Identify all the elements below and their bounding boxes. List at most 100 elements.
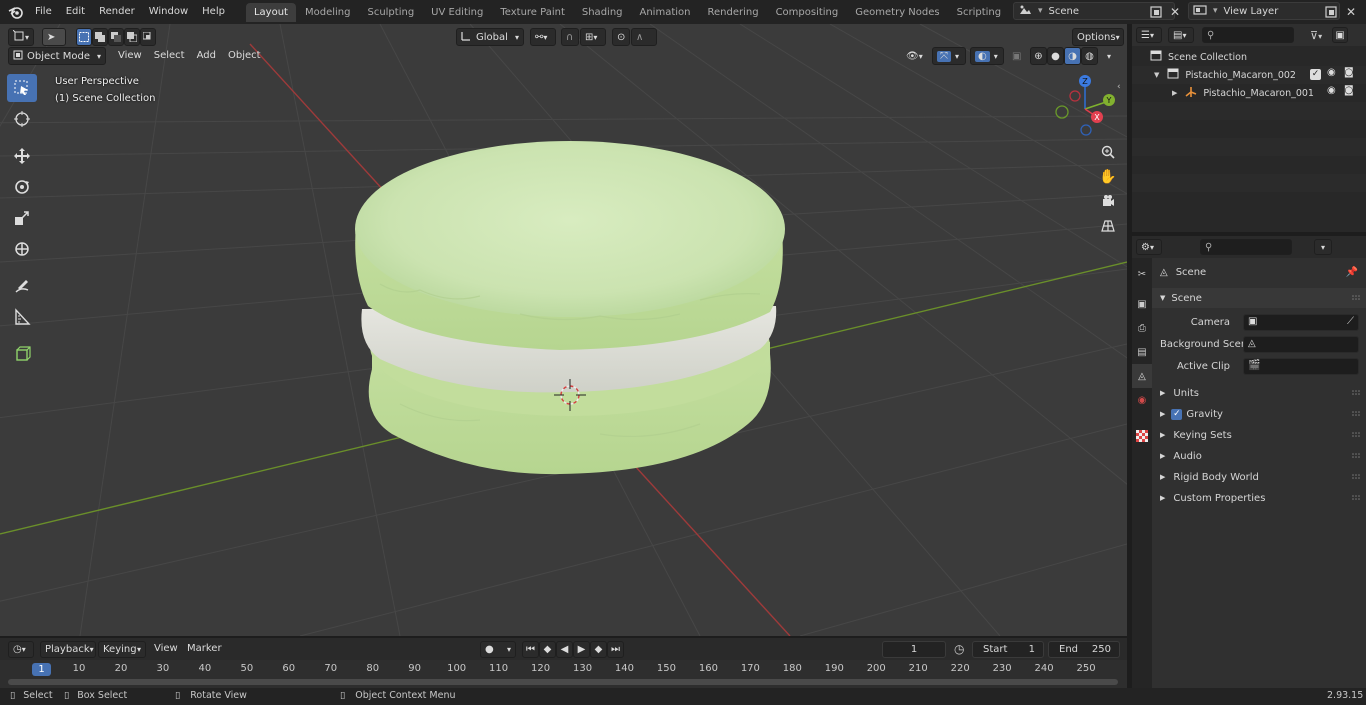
menu-window[interactable]: Window	[142, 2, 195, 22]
scene-panel-header[interactable]: ▼ Scene	[1152, 288, 1366, 308]
transform-tool-icon[interactable]	[7, 235, 37, 263]
timeline-menu-view[interactable]: View	[148, 640, 184, 658]
stopwatch-icon[interactable]: ◷	[954, 642, 964, 656]
extend-selection-icon[interactable]	[92, 28, 108, 46]
options-dropdown[interactable]: Options ▾	[1072, 28, 1124, 46]
solid-shading-icon[interactable]: ●	[1047, 47, 1064, 65]
properties-search-input[interactable]: ⚲	[1200, 239, 1292, 255]
tab-animation[interactable]: Animation	[632, 3, 699, 22]
macaron-object[interactable]	[355, 141, 785, 475]
wireframe-shading-icon[interactable]: ⊕	[1030, 47, 1047, 65]
custom-properties-panel-header[interactable]: ▶ Custom Properties	[1152, 488, 1366, 508]
play-icon[interactable]: ▶	[573, 641, 590, 658]
scene-tab-icon[interactable]: ◬	[1132, 364, 1152, 388]
rotate-tool-icon[interactable]	[7, 173, 37, 201]
editor-type-button[interactable]: ▾	[8, 28, 34, 46]
set-selection-icon[interactable]	[76, 28, 92, 46]
tab-texture-paint[interactable]: Texture Paint	[492, 3, 573, 22]
pin-icon[interactable]: 📌	[1346, 267, 1358, 278]
outliner-row-pistachio-002[interactable]: ▼ Pistachio_Macaron_002 ✓ ◉ ◙	[1132, 66, 1366, 84]
outliner-row-pistachio-001[interactable]: ▶ Pistachio_Macaron_001 ◉ ◙	[1132, 84, 1366, 102]
material-preview-shading-icon[interactable]: ◑	[1064, 47, 1081, 65]
timeline-ruler[interactable]: 1 10 20 30 40 50 60 70 80 90 100 110 120 130 140 150 16…	[0, 660, 1127, 688]
current-frame-field[interactable]: 1	[882, 641, 946, 658]
expand-right-icon[interactable]: ▶	[1172, 89, 1177, 97]
menu-help[interactable]: Help	[195, 2, 232, 22]
rigid-body-world-panel-header[interactable]: ▶ Rigid Body World	[1152, 467, 1366, 487]
close-icon[interactable]: ✕	[1167, 4, 1183, 20]
subtract-selection-icon[interactable]	[108, 28, 124, 46]
active-clip-field[interactable]: 🎬	[1243, 357, 1359, 375]
drag-handle-icon[interactable]	[1352, 390, 1362, 396]
perspective-toggle-icon[interactable]	[1097, 215, 1119, 237]
transform-orientation-dropdown[interactable]: Global ▾	[456, 28, 524, 46]
blender-logo-icon[interactable]	[4, 0, 28, 24]
units-panel-header[interactable]: ▶ Units	[1152, 383, 1366, 403]
view-layer-tab-icon[interactable]: ▤	[1132, 340, 1152, 364]
overlays-dropdown[interactable]: ◐ ▾	[970, 47, 1004, 65]
new-view-layer-icon[interactable]	[1323, 4, 1339, 20]
new-scene-icon[interactable]	[1148, 4, 1164, 20]
proportional-falloff-dropdown[interactable]: ∧	[631, 28, 657, 46]
invert-selection-icon[interactable]	[124, 28, 140, 46]
audio-panel-header[interactable]: ▶ Audio	[1152, 446, 1366, 466]
camera-field[interactable]: ▣ ⟋	[1243, 313, 1359, 331]
prev-keyframe-icon[interactable]: ◆	[539, 641, 556, 658]
close-icon[interactable]: ✕	[1343, 4, 1359, 20]
new-collection-icon[interactable]: ▣	[1332, 27, 1349, 43]
viewport-menu-view[interactable]: View	[112, 47, 148, 65]
viewport-menu-select[interactable]: Select	[148, 47, 191, 65]
shading-options-chevron-icon[interactable]: ▾	[1102, 47, 1116, 65]
timeline-editor-type-button[interactable]: ◷ ▾	[8, 641, 34, 658]
gravity-checkbox[interactable]: ✓	[1171, 408, 1183, 420]
move-tool-icon[interactable]	[7, 142, 37, 170]
gizmo-dropdown[interactable]: ⤧ ▾	[932, 47, 966, 65]
next-keyframe-icon[interactable]: ◆	[590, 641, 607, 658]
background-scene-field[interactable]: ◬	[1243, 335, 1359, 353]
viewport-menu-object[interactable]: Object	[222, 47, 267, 65]
tab-shading[interactable]: Shading	[574, 3, 631, 22]
outliner-search-input[interactable]: ⚲	[1202, 27, 1294, 43]
timeline-scrollbar[interactable]	[8, 679, 1118, 685]
camera-render-icon[interactable]: ◙	[1344, 67, 1354, 78]
select-tool-toggle[interactable]: ➤	[42, 28, 66, 46]
playback-dropdown[interactable]: Playback ▾	[40, 641, 96, 658]
sidebar-toggle-chevron-icon[interactable]: ‹	[1117, 82, 1121, 92]
auto-keying-toggle[interactable]: ● ▾	[480, 641, 516, 658]
properties-editor-type-button[interactable]: ⚙ ▾	[1136, 239, 1162, 255]
object-mode-dropdown[interactable]: Object Mode ▾	[8, 47, 106, 65]
eye-icon[interactable]: ◉	[1327, 85, 1336, 96]
pivot-point-dropdown[interactable]: ⚯ ▾	[530, 28, 556, 46]
drag-handle-icon[interactable]	[1352, 495, 1362, 501]
scale-tool-icon[interactable]	[7, 204, 37, 232]
drag-handle-icon[interactable]	[1352, 474, 1362, 480]
expand-down-icon[interactable]: ▼	[1154, 71, 1159, 79]
select-box-tool-icon[interactable]	[7, 74, 37, 102]
3d-viewport[interactable]: Z Y X ▾ ➤ Global ▾ ⚯ ▾ ∩ ⊞ ▾ ⊙ ∧ Options…	[0, 24, 1127, 636]
tab-uv-editing[interactable]: UV Editing	[423, 3, 491, 22]
visibility-dropdown[interactable]: 👁 ▾	[902, 47, 928, 65]
end-frame-field[interactable]: End 250	[1048, 641, 1120, 658]
play-reverse-icon[interactable]: ◀	[556, 641, 573, 658]
world-tab-icon[interactable]: ◉	[1132, 388, 1152, 412]
exclude-checkbox[interactable]: ✓	[1310, 69, 1321, 80]
menu-render[interactable]: Render	[92, 2, 142, 22]
display-mode-dropdown[interactable]: ▤ ▾	[1168, 27, 1194, 43]
render-tab-icon[interactable]: ▣	[1132, 292, 1152, 316]
zoom-icon[interactable]	[1097, 141, 1119, 163]
jump-to-start-icon[interactable]: ⏮	[522, 641, 539, 658]
properties-options-chevron-icon[interactable]: ▾	[1314, 239, 1332, 255]
drag-handle-icon[interactable]	[1352, 411, 1362, 417]
keying-sets-panel-header[interactable]: ▶ Keying Sets	[1152, 425, 1366, 445]
drag-handle-icon[interactable]	[1352, 295, 1362, 301]
tab-compositing[interactable]: Compositing	[768, 3, 847, 22]
rendered-shading-icon[interactable]: ◍	[1081, 47, 1098, 65]
tab-rendering[interactable]: Rendering	[699, 3, 766, 22]
tab-layout[interactable]: Layout	[245, 2, 296, 22]
pan-hand-icon[interactable]: ✋	[1097, 166, 1119, 188]
camera-view-icon[interactable]	[1097, 190, 1119, 212]
viewport-menu-add[interactable]: Add	[191, 47, 222, 65]
cursor-tool-icon[interactable]	[7, 105, 37, 133]
keying-dropdown[interactable]: Keying ▾	[98, 641, 146, 658]
measure-tool-icon[interactable]	[7, 303, 37, 331]
